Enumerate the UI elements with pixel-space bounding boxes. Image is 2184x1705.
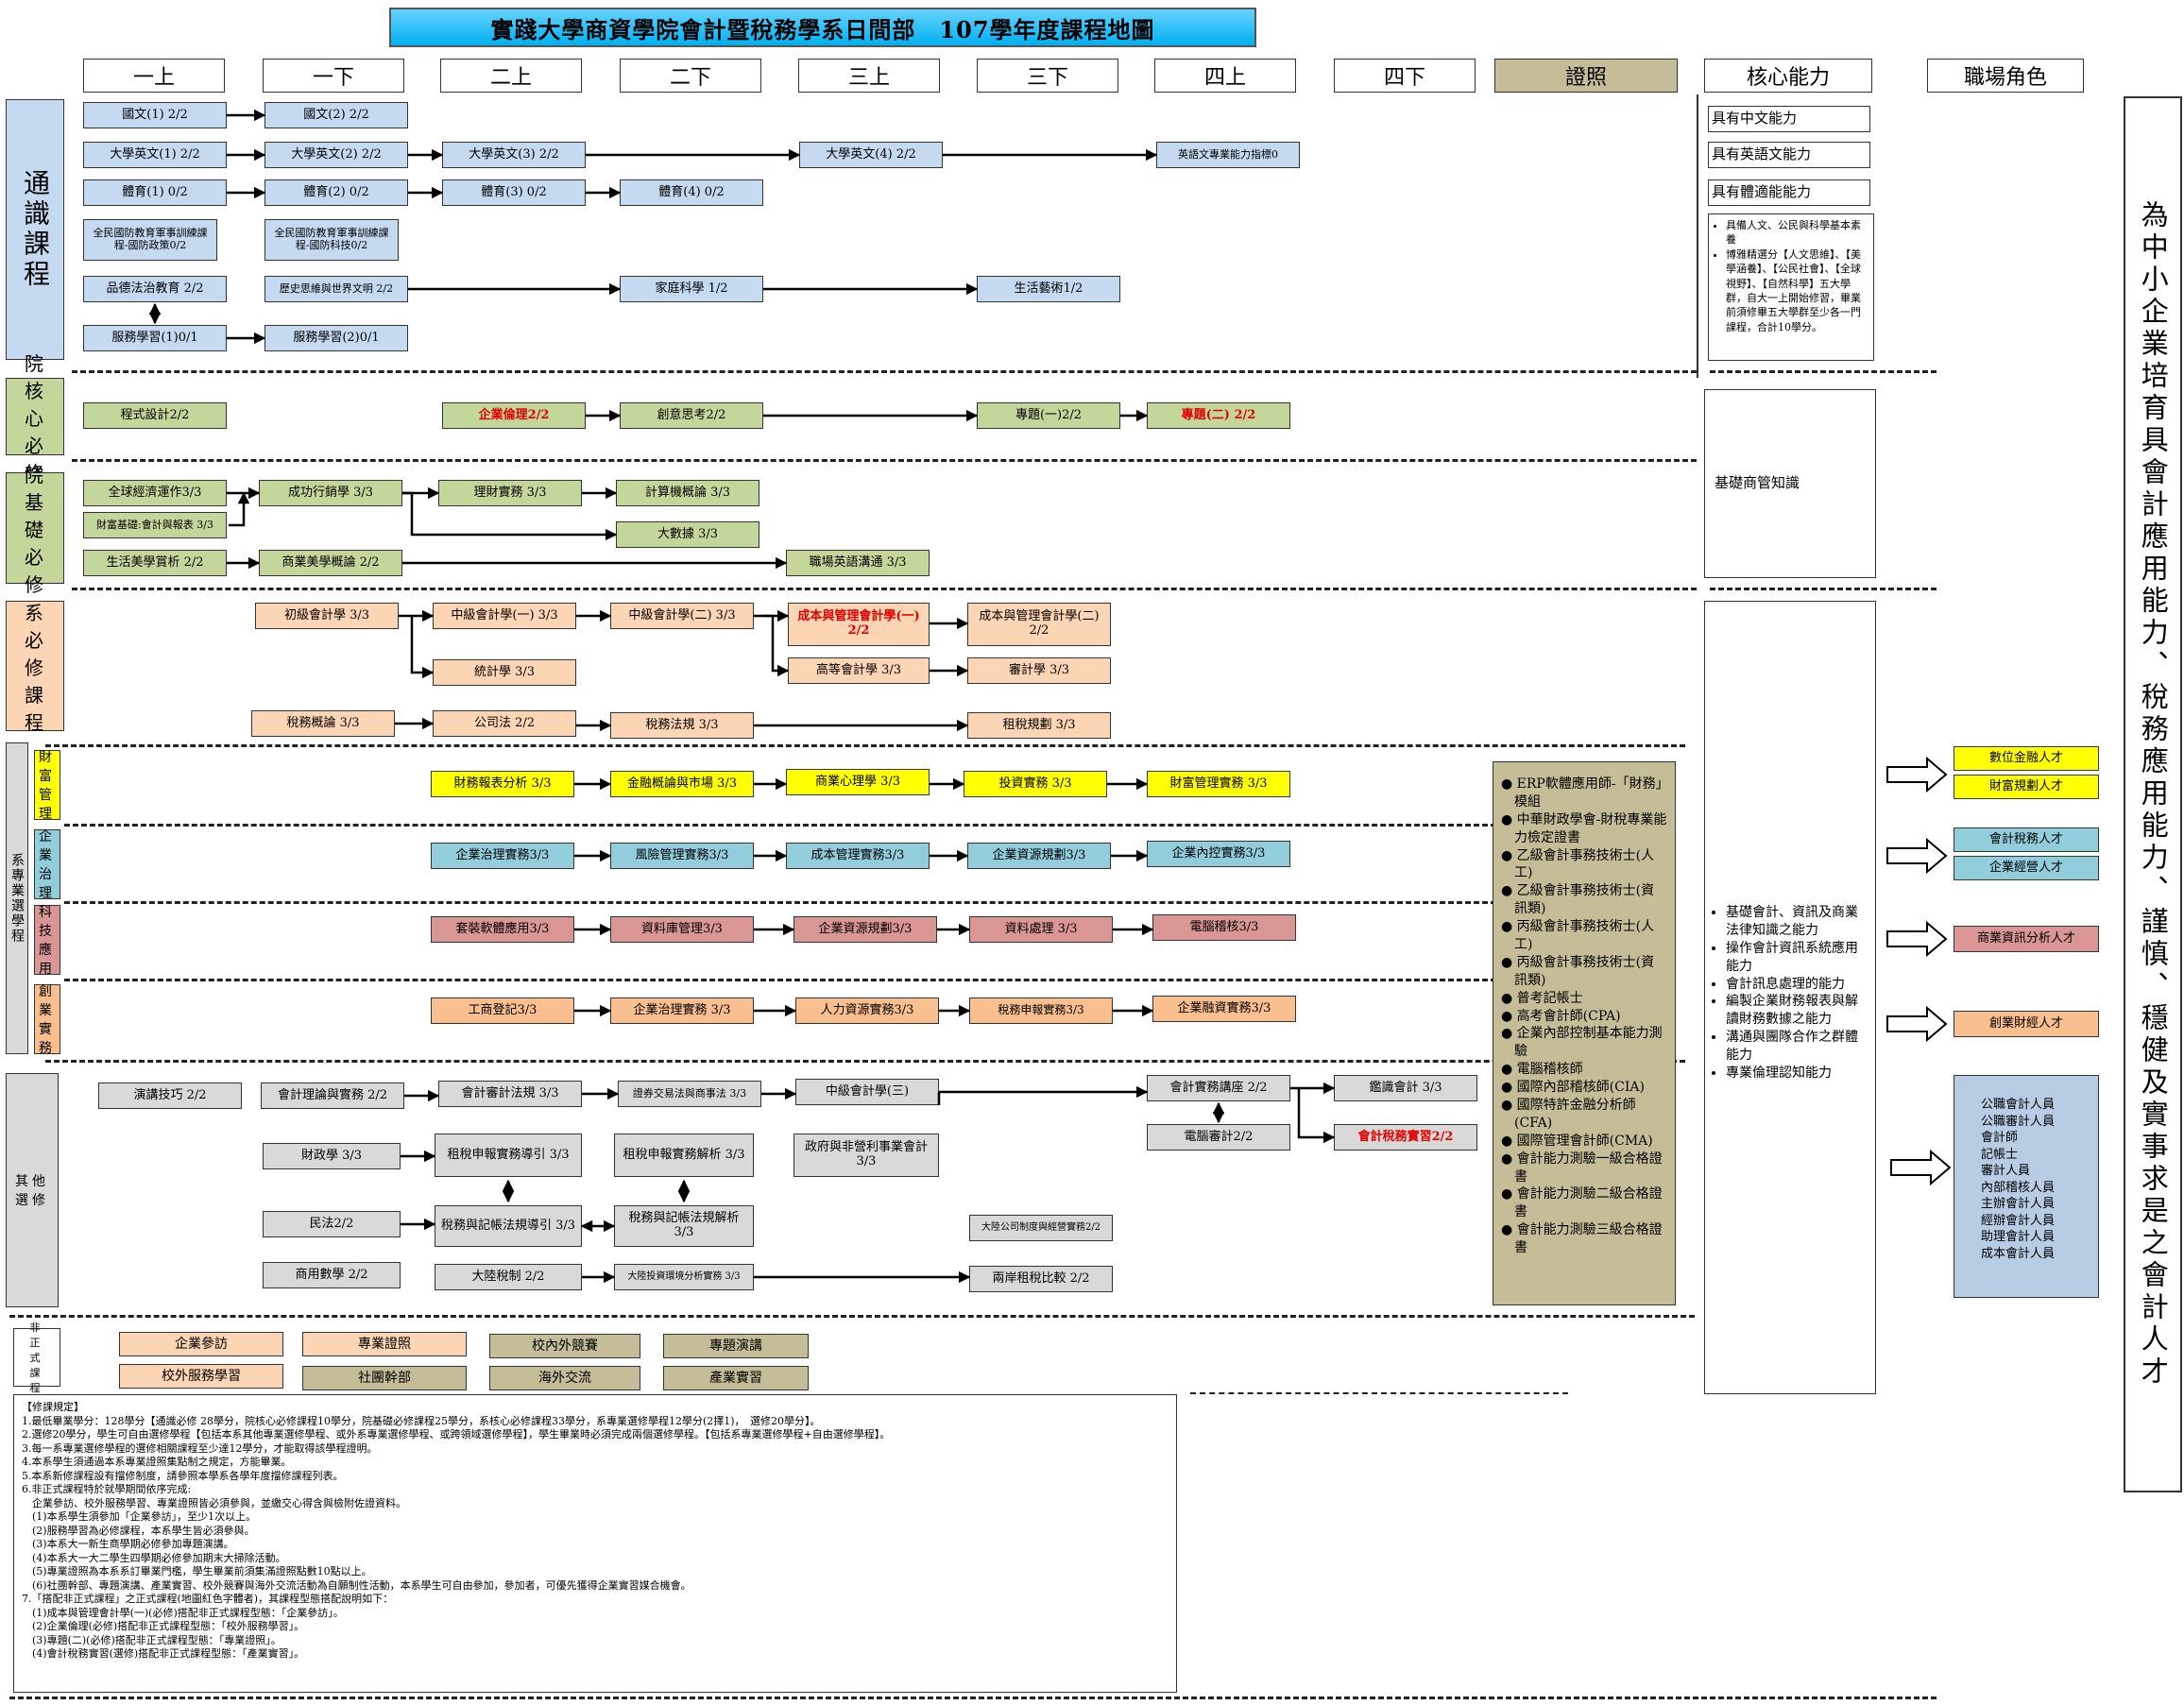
hollow-arrow: [1886, 920, 1948, 958]
hollow-arrow: [1890, 1149, 1952, 1186]
connector-arrow: [1297, 1088, 1336, 1144]
hollow-arrow: [1886, 756, 1948, 793]
connector-arrow: [410, 616, 435, 679]
hollow-arrow: [1886, 837, 1948, 875]
hollow-arrow: [1886, 1005, 1948, 1043]
connector-arrows: [148, 109, 1952, 1284]
connector-arrow: [229, 491, 250, 527]
connector-arrow: [763, 614, 790, 677]
connector-arrow: [402, 491, 618, 541]
